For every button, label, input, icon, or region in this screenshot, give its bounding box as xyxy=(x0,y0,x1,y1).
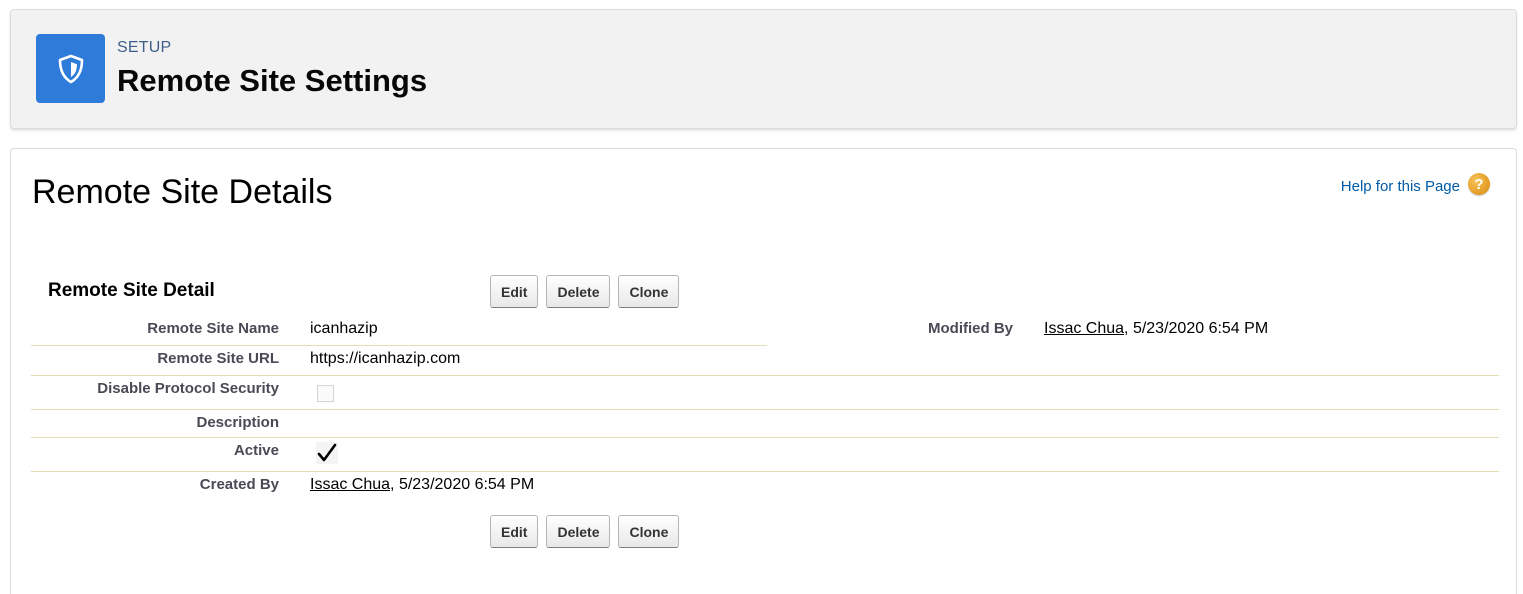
page-title: Remote Site Details xyxy=(32,173,333,211)
edit-button[interactable]: Edit xyxy=(490,515,539,548)
row-divider xyxy=(31,409,1499,410)
modified-by-timestamp: , 5/23/2020 6:54 PM xyxy=(1124,320,1269,337)
disable-protocol-security-label: Disable Protocol Security xyxy=(97,380,279,397)
remote-site-name-label: Remote Site Name xyxy=(147,320,279,337)
active-label: Active xyxy=(233,442,279,459)
modified-by-user-link[interactable]: Issac Chua xyxy=(1044,320,1124,337)
created-by-user-link[interactable]: Issac Chua xyxy=(310,476,390,493)
modified-by-label: Modified By xyxy=(928,320,1013,337)
row-divider xyxy=(31,471,1499,472)
top-button-bar: Edit Delete Clone xyxy=(490,275,680,308)
delete-button[interactable]: Delete xyxy=(546,515,611,548)
header-eyebrow: SETUP xyxy=(117,39,172,56)
page-header: SETUP Remote Site Settings xyxy=(10,9,1517,129)
created-by-label: Created By xyxy=(199,476,279,493)
remote-site-name-value: icanhazip xyxy=(310,320,378,337)
row-divider xyxy=(31,345,767,346)
modified-by-value: Issac Chua, 5/23/2020 6:54 PM xyxy=(1044,320,1268,338)
bottom-button-bar: Edit Delete Clone xyxy=(490,515,680,548)
shield-icon xyxy=(36,34,105,103)
clone-button[interactable]: Clone xyxy=(618,275,680,308)
created-by-timestamp: , 5/23/2020 6:54 PM xyxy=(390,476,535,493)
section-title: Remote Site Detail xyxy=(48,280,215,301)
help-icon[interactable]: ? xyxy=(1468,173,1490,195)
header-title: Remote Site Settings xyxy=(117,63,428,98)
description-label: Description xyxy=(196,414,279,431)
content-panel: Remote Site Details Help for this Page ?… xyxy=(10,148,1517,594)
help-link[interactable]: Help for this Page xyxy=(1341,178,1460,195)
clone-button[interactable]: Clone xyxy=(618,515,680,548)
disable-protocol-security-checkbox xyxy=(317,385,334,402)
created-by-value: Issac Chua, 5/23/2020 6:54 PM xyxy=(310,476,534,494)
active-checkmark-icon xyxy=(316,442,338,464)
edit-button[interactable]: Edit xyxy=(490,275,539,308)
remote-site-url-label: Remote Site URL xyxy=(157,350,279,367)
remote-site-url-value: https://icanhazip.com xyxy=(310,350,461,367)
row-divider xyxy=(31,437,1499,438)
delete-button[interactable]: Delete xyxy=(546,275,611,308)
row-divider xyxy=(31,375,1499,376)
